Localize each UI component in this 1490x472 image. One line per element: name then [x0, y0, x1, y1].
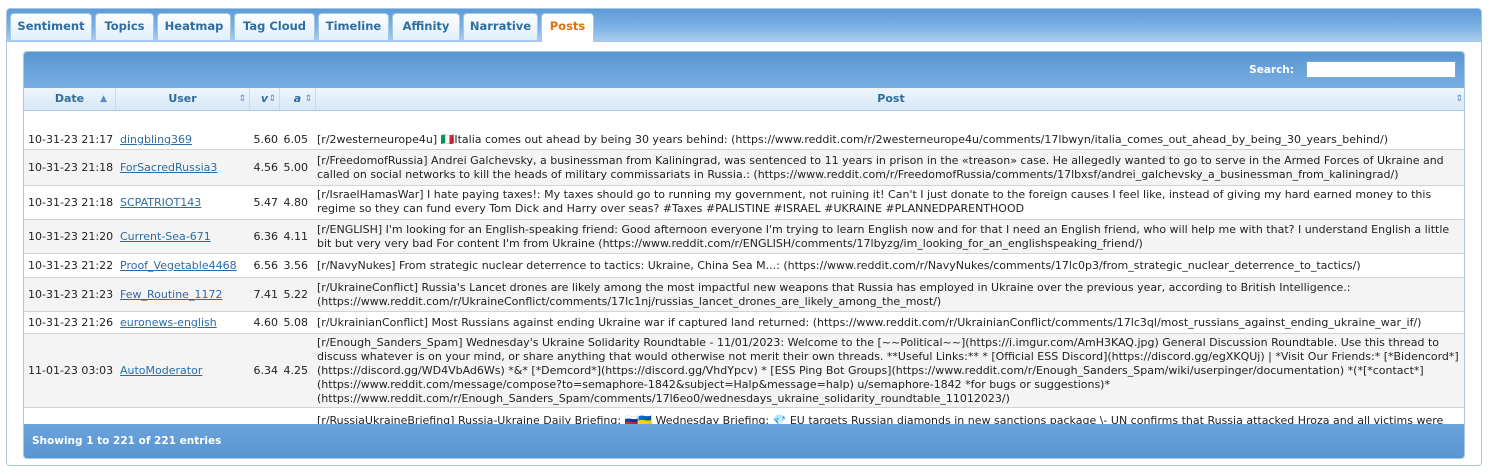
row-date: 10-31-23 21:22	[28, 259, 114, 272]
table-body: 10-31-23 21:17 dingbling369 5.60 6.05 [r…	[24, 126, 1464, 426]
row-user-link[interactable]: Current-Sea-671	[120, 230, 211, 243]
row-post: [r/2westerneurope4u] 🇮🇹Italia comes out …	[317, 132, 1389, 146]
search-label: Search:	[1249, 64, 1294, 76]
row-user-link[interactable]: Proof_Vegetable4468	[120, 259, 237, 272]
table-row[interactable]: 10-31-23 21:18 SCPATRIOT143 5.47 4.80 [r…	[24, 186, 1464, 220]
tab-posts[interactable]: Posts	[541, 13, 594, 42]
tab-sentiment[interactable]: Sentiment	[10, 13, 92, 40]
sort-both-icon: ⇕	[238, 94, 246, 104]
table-row[interactable]: 11-01-23 03:03 AutoModerator 6.34 4.25 […	[24, 334, 1464, 408]
table-toolbar: Search:	[24, 52, 1464, 88]
search-input[interactable]	[1306, 61, 1456, 78]
column-date[interactable]: Date ▲	[24, 88, 116, 110]
row-arousal: 4.11	[283, 230, 309, 243]
row-valence: 4.56	[253, 161, 279, 174]
row-date: 11-01-23 03:03	[28, 364, 114, 377]
tab-affinity[interactable]: Affinity	[392, 13, 460, 40]
row-user-link[interactable]: ForSacredRussia3	[120, 161, 217, 174]
row-valence: 6.34	[253, 364, 279, 377]
row-post: [r/ENGLISH] I'm looking for an English-s…	[317, 222, 1450, 250]
column-v[interactable]: v ⇕	[250, 88, 280, 110]
table-info: Showing 1 to 221 of 221 entries	[24, 424, 1464, 458]
row-date: 10-31-23 21:18	[28, 161, 114, 174]
row-valence: 6.36	[253, 230, 279, 243]
row-user-link[interactable]: AutoModerator	[120, 364, 202, 377]
column-v-label: v	[260, 92, 269, 105]
row-arousal: 6.05	[283, 133, 309, 146]
row-user-link[interactable]: SCPATRIOT143	[120, 196, 201, 209]
row-date: 10-31-23 21:20	[28, 230, 114, 243]
row-post: [r/Enough_Sanders_Spam] Wednesday's Ukra…	[317, 335, 1459, 405]
row-valence: 7.41	[253, 288, 279, 301]
table-row[interactable]: 10-31-23 21:18 ForSacredRussia3 4.56 5.0…	[24, 150, 1464, 186]
row-arousal: 4.25	[283, 364, 309, 377]
row-valence: 5.60	[253, 133, 279, 146]
column-a-label: a	[293, 92, 302, 105]
column-post-label: Post	[877, 92, 905, 105]
row-date: 10-31-23 21:17	[28, 133, 114, 146]
tab-narrative[interactable]: Narrative	[463, 13, 538, 40]
row-user-link[interactable]: dingbling369	[120, 133, 192, 146]
tab-heatmap[interactable]: Heatmap	[157, 13, 231, 40]
row-user-link[interactable]: Few_Routine_1172	[120, 288, 222, 301]
tab-timeline[interactable]: Timeline	[318, 13, 389, 40]
table-row[interactable]: 10-31-23 21:23 Few_Routine_1172 7.41 5.2…	[24, 278, 1464, 312]
row-post: [r/FreedomofRussia] Andrei Galchevsky, a…	[317, 153, 1444, 181]
row-arousal: 5.22	[283, 288, 309, 301]
table-header: Date ▲ User ⇕ v ⇕ a ⇕ Post ⇕	[24, 88, 1464, 111]
row-valence: 4.60	[253, 316, 279, 329]
posts-widget: Sentiment Topics Heatmap Tag Cloud Timel…	[6, 8, 1482, 466]
row-arousal: 5.00	[283, 161, 309, 174]
row-post: [r/UkraineConflict] Russia's Lancet dron…	[317, 280, 1351, 308]
sort-both-icon: ⇕	[1455, 94, 1463, 104]
row-date: 10-31-23 21:18	[28, 196, 114, 209]
row-valence: 5.47	[253, 196, 279, 209]
row-post: [r/UkrainianConflict] Most Russians agai…	[317, 315, 1422, 329]
column-post[interactable]: Post ⇕	[316, 88, 1464, 110]
row-user-link[interactable]: euronews-english	[120, 316, 217, 329]
row-arousal: 3.56	[283, 259, 309, 272]
column-a[interactable]: a ⇕	[280, 88, 316, 110]
row-date: 10-31-23 21:26	[28, 316, 114, 329]
sort-asc-icon: ▲	[100, 94, 107, 104]
row-arousal: 4.80	[283, 196, 309, 209]
sort-both-icon: ⇕	[268, 94, 276, 104]
column-user-label: User	[168, 92, 197, 105]
tab-topics[interactable]: Topics	[95, 13, 154, 40]
table-row[interactable]: 10-31-23 21:20 Current-Sea-671 6.36 4.11…	[24, 220, 1464, 254]
column-user[interactable]: User ⇕	[116, 88, 250, 110]
table-row[interactable]: 10-31-23 21:17 dingbling369 5.60 6.05 [r…	[24, 130, 1464, 150]
posts-table-panel: Search: Date ▲ User ⇕ v ⇕ a ⇕ Post ⇕ 10-…	[23, 51, 1465, 459]
sort-both-icon: ⇕	[304, 94, 312, 104]
row-date: 10-31-23 21:23	[28, 288, 114, 301]
table-row[interactable]: 10-31-23 21:26 euronews-english 4.60 5.0…	[24, 312, 1464, 334]
row-valence: 6.56	[253, 259, 279, 272]
tab-tag-cloud[interactable]: Tag Cloud	[234, 13, 315, 40]
tab-bar: Sentiment Topics Heatmap Tag Cloud Timel…	[7, 9, 1481, 42]
row-post: [r/IsraelHamasWar] I hate paying taxes!:…	[317, 187, 1432, 218]
row-arousal: 5.08	[283, 316, 309, 329]
column-date-label: Date	[54, 92, 85, 105]
table-row[interactable]: 10-31-23 21:22 Proof_Vegetable4468 6.56 …	[24, 254, 1464, 278]
row-post: [r/NavyNukes] From strategic nuclear det…	[317, 258, 1361, 272]
